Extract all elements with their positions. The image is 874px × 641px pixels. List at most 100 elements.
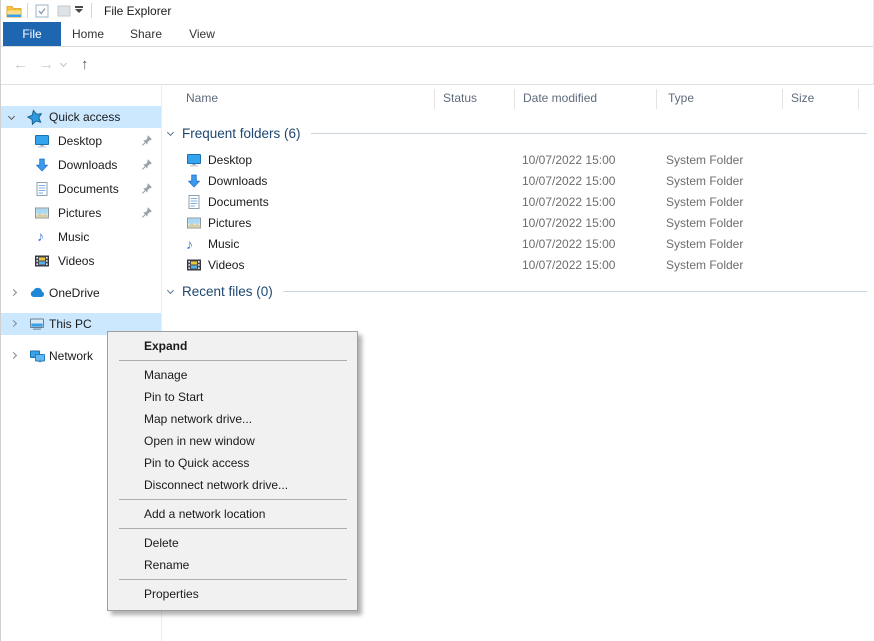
chevron-right-icon[interactable] — [10, 289, 17, 296]
sidebar-item-documents[interactable]: Documents — [1, 178, 161, 200]
tab-share[interactable]: Share — [121, 22, 171, 46]
chevron-down-icon[interactable] — [8, 113, 15, 120]
file-date-modified: 10/07/2022 15:00 — [522, 258, 615, 272]
column-resizer[interactable] — [656, 89, 657, 109]
qat-properties-button[interactable] — [35, 4, 49, 18]
file-type: System Folder — [666, 174, 743, 188]
ribbon-tab-bar: File Home Share View — [1, 22, 873, 47]
menu-item-pin-to-quick-access[interactable]: Pin to Quick access — [108, 452, 357, 474]
pictures-icon — [186, 215, 202, 231]
chevron-right-icon[interactable] — [10, 320, 17, 327]
file-name: Documents — [208, 195, 269, 209]
column-header-status[interactable]: Status — [443, 91, 477, 105]
qat-new-folder-button[interactable] — [57, 4, 71, 18]
sidebar-item-label: Desktop — [58, 134, 102, 148]
chevron-down-icon[interactable] — [167, 286, 174, 293]
window-title: File Explorer — [104, 4, 171, 18]
sidebar-item-onedrive[interactable]: OneDrive — [1, 282, 161, 304]
pin-icon[interactable] — [140, 206, 153, 219]
tab-file[interactable]: File — [3, 22, 61, 46]
file-type: System Folder — [666, 153, 743, 167]
titlebar-separator — [27, 3, 28, 18]
file-date-modified: 10/07/2022 15:00 — [522, 153, 615, 167]
file-row-documents[interactable]: Documents 10/07/2022 15:00 System Folder — [162, 192, 867, 213]
customize-caret-icon — [75, 9, 83, 13]
menu-item-pin-to-start[interactable]: Pin to Start — [108, 386, 357, 408]
menu-item-disconnect-network-drive[interactable]: Disconnect network drive... — [108, 474, 357, 496]
file-date-modified: 10/07/2022 15:00 — [522, 174, 615, 188]
menu-item-add-a-network-location[interactable]: Add a network location — [108, 503, 357, 525]
file-row-music[interactable]: ♪ Music 10/07/2022 15:00 System Folder — [162, 234, 867, 255]
column-header-row: Name Status Date modified Type Size — [162, 85, 874, 112]
column-header-type[interactable]: Type — [668, 91, 694, 105]
pictures-icon — [34, 205, 50, 221]
column-header-size[interactable]: Size — [791, 91, 814, 105]
pin-icon[interactable] — [140, 134, 153, 147]
file-type: System Folder — [666, 258, 743, 272]
context-menu: Expand Manage Pin to Start Map network d… — [107, 331, 358, 611]
documents-icon — [34, 181, 50, 197]
file-type: System Folder — [666, 195, 743, 209]
column-resizer[interactable] — [782, 89, 783, 109]
recent-locations-dropdown[interactable] — [60, 60, 67, 67]
menu-item-expand[interactable]: Expand — [108, 335, 357, 357]
sidebar-item-desktop[interactable]: Desktop — [1, 130, 161, 152]
pin-icon[interactable] — [140, 158, 153, 171]
file-row-pictures[interactable]: Pictures 10/07/2022 15:00 System Folder — [162, 213, 867, 234]
videos-icon — [34, 253, 50, 269]
group-header-label: Frequent folders (6) — [182, 126, 301, 141]
column-header-date-modified[interactable]: Date modified — [523, 91, 597, 105]
desktop-icon — [34, 133, 50, 149]
network-icon — [29, 348, 46, 364]
sidebar-item-pictures[interactable]: Pictures — [1, 202, 161, 224]
onedrive-cloud-icon — [29, 285, 46, 301]
quick-access-star-icon — [27, 109, 43, 125]
chevron-down-icon[interactable] — [167, 128, 174, 135]
sidebar-item-label: Music — [58, 230, 89, 244]
pin-icon[interactable] — [140, 182, 153, 195]
file-row-desktop[interactable]: Desktop 10/07/2022 15:00 System Folder — [162, 150, 867, 171]
group-header-recent-files[interactable]: Recent files (0) — [162, 282, 867, 300]
menu-item-properties[interactable]: Properties — [108, 583, 357, 605]
file-explorer-logo-icon — [6, 3, 22, 19]
menu-item-map-network-drive[interactable]: Map network drive... — [108, 408, 357, 430]
sidebar-item-music[interactable]: ♪ Music — [1, 226, 161, 248]
customize-caret-icon — [75, 6, 83, 8]
column-resizer[interactable] — [434, 89, 435, 109]
menu-item-delete[interactable]: Delete — [108, 532, 357, 554]
videos-icon — [186, 257, 202, 273]
column-resizer[interactable] — [514, 89, 515, 109]
file-row-videos[interactable]: Videos 10/07/2022 15:00 System Folder — [162, 255, 867, 276]
sidebar-item-downloads[interactable]: Downloads — [1, 154, 161, 176]
menu-separator — [119, 528, 347, 529]
sidebar-item-quick-access[interactable]: Quick access — [1, 106, 161, 128]
back-button[interactable]: ← — [13, 56, 28, 73]
file-row-downloads[interactable]: Downloads 10/07/2022 15:00 System Folder — [162, 171, 867, 192]
sidebar-item-label: Network — [49, 349, 93, 363]
title-bar: File Explorer — [1, 0, 873, 22]
file-date-modified: 10/07/2022 15:00 — [522, 216, 615, 230]
file-type: System Folder — [666, 237, 743, 251]
menu-item-manage[interactable]: Manage — [108, 364, 357, 386]
menu-separator — [119, 499, 347, 500]
menu-item-open-in-new-window[interactable]: Open in new window — [108, 430, 357, 452]
file-type: System Folder — [666, 216, 743, 230]
chevron-right-icon[interactable] — [10, 352, 17, 359]
group-header-line — [283, 291, 867, 292]
sidebar-item-label: Quick access — [49, 110, 120, 124]
forward-button[interactable]: → — [39, 56, 54, 73]
file-name: Pictures — [208, 216, 251, 230]
file-name: Desktop — [208, 153, 252, 167]
sidebar-item-label: Pictures — [58, 206, 101, 220]
titlebar-separator — [91, 3, 92, 18]
group-header-frequent-folders[interactable]: Frequent folders (6) — [162, 124, 867, 142]
column-header-name[interactable]: Name — [186, 91, 218, 105]
column-resizer[interactable] — [858, 89, 859, 109]
menu-item-rename[interactable]: Rename — [108, 554, 357, 576]
up-button[interactable]: ↑ — [81, 56, 89, 73]
tab-view[interactable]: View — [178, 22, 226, 46]
group-header-label: Recent files (0) — [182, 284, 273, 299]
desktop-icon — [186, 152, 202, 168]
sidebar-item-videos[interactable]: Videos — [1, 250, 161, 272]
tab-home[interactable]: Home — [63, 22, 113, 46]
